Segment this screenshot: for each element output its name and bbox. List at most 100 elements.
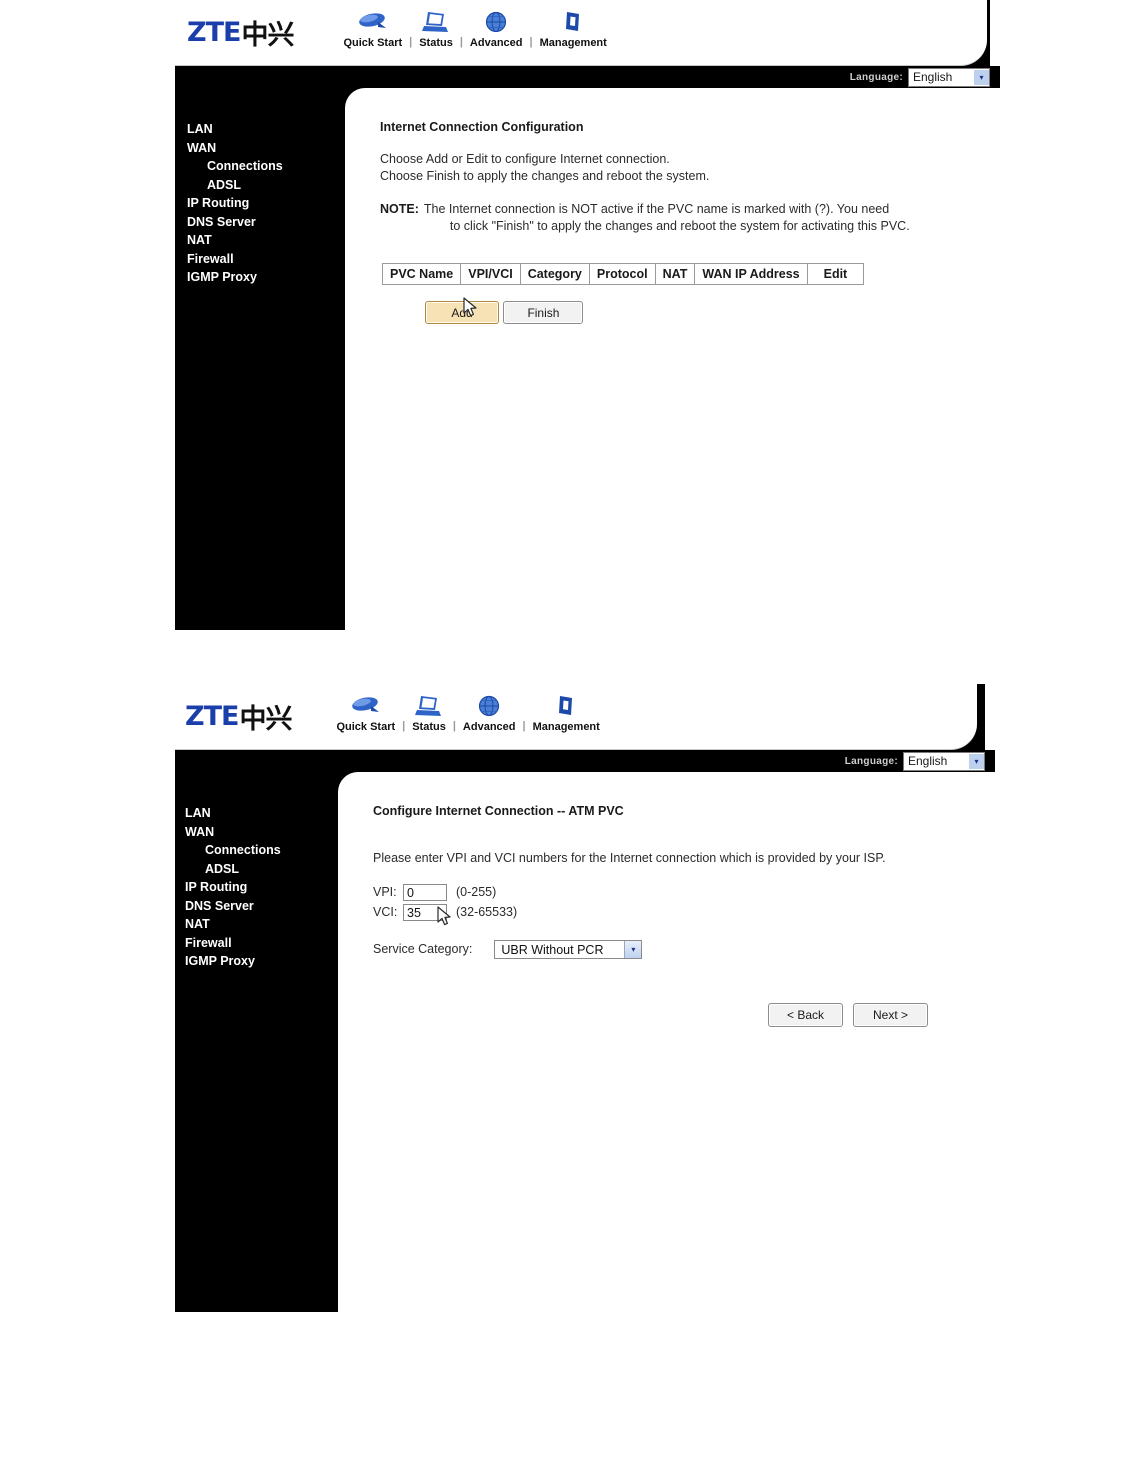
pvc-table: PVC Name VPI/VCI Category Protocol NAT W…	[381, 263, 865, 285]
page-title-2: Configure Internet Connection -- ATM PVC	[373, 804, 624, 818]
language-label-2: Language:	[844, 755, 898, 767]
nav-separator-2: |	[459, 35, 463, 48]
sidebar-item-dns-server-2[interactable]: DNS Server	[185, 897, 335, 916]
sidebar-item-adsl[interactable]: ADSL	[187, 176, 337, 195]
sidebar-item-wan[interactable]: WAN	[187, 139, 337, 158]
nav-item-status[interactable]: Status	[419, 9, 453, 49]
zte-logo-latin-2: ZTE	[185, 701, 239, 732]
nav-item-advanced[interactable]: Advanced	[470, 9, 523, 49]
sidebar-item-wan-2[interactable]: WAN	[185, 823, 335, 842]
site-header-2: ZTE 中兴 Quick Start | Status | Advanced |…	[175, 684, 977, 750]
sidebar-item-connections-2[interactable]: Connections	[185, 841, 335, 860]
vci-input[interactable]: 35	[403, 904, 447, 921]
chevron-down-icon: ▾	[974, 69, 989, 85]
nav-separator-5: |	[452, 719, 456, 732]
form-description: Please enter VPI and VCI numbers for the…	[373, 851, 886, 865]
language-bar-2: Language: English ▾	[175, 750, 995, 772]
nav-item-quick-start-2[interactable]: Quick Start	[336, 693, 395, 733]
finish-button[interactable]: Finish	[503, 301, 584, 324]
sidebar-item-nat-2[interactable]: NAT	[185, 915, 335, 934]
vpi-input[interactable]: 0	[403, 884, 447, 901]
service-category-select[interactable]: UBR Without PCR ▾	[494, 940, 643, 959]
pvc-col-wan-ip-address: WAN IP Address	[694, 263, 808, 285]
language-select-2[interactable]: English ▾	[903, 751, 985, 771]
nav-separator-3: |	[529, 35, 533, 48]
site-header: ZTE 中兴 Quick Start | Status | Advanced |…	[175, 0, 987, 66]
sidebar-item-ip-routing-2[interactable]: IP Routing	[185, 878, 335, 897]
instruction-line-2: Choose Finish to apply the changes and r…	[380, 169, 710, 183]
nav-label-quick-start: Quick Start	[343, 36, 403, 49]
sidebar-nav: LAN WAN Connections ADSL IP Routing DNS …	[187, 120, 337, 287]
phone-icon-2	[349, 693, 383, 719]
language-select-value: English	[913, 70, 953, 84]
service-category-label: Service Category:	[373, 942, 473, 956]
vpi-label: VPI:	[373, 885, 397, 899]
sidebar-item-lan-2[interactable]: LAN	[185, 804, 335, 823]
vci-range: (32-65533)	[456, 905, 518, 919]
nav-label-status-2: Status	[412, 720, 446, 733]
language-select[interactable]: English ▾	[908, 67, 990, 87]
chevron-down-icon-2: ▾	[969, 753, 984, 769]
sidebar-item-connections[interactable]: Connections	[187, 157, 337, 176]
pvc-table-header-row: PVC Name VPI/VCI Category Protocol NAT W…	[381, 263, 865, 285]
language-label: Language:	[849, 71, 903, 83]
pvc-col-nat: NAT	[654, 263, 696, 285]
laptop-icon	[421, 9, 451, 35]
note-line-1: The Internet connection is NOT active if…	[423, 202, 890, 216]
phone-icon	[356, 9, 390, 35]
page-title: Internet Connection Configuration	[380, 120, 584, 134]
sidebar-item-igmp-proxy-2[interactable]: IGMP Proxy	[185, 952, 335, 971]
pvc-col-edit: Edit	[806, 263, 865, 285]
next-button[interactable]: Next >	[853, 1003, 928, 1027]
nav-label-quick-start-2: Quick Start	[336, 720, 396, 733]
language-bar: Language: English ▾	[175, 66, 1000, 88]
pvc-col-protocol: Protocol	[588, 263, 656, 285]
nav-label-management: Management	[539, 36, 607, 49]
pvc-col-pvc-name: PVC Name	[381, 263, 462, 285]
nav-label-advanced: Advanced	[469, 36, 523, 49]
zte-logo-2[interactable]: ZTE 中兴	[185, 697, 292, 736]
pvc-col-vpi-vci: VPI/VCI	[460, 263, 521, 285]
nav-item-management-2[interactable]: Management	[533, 693, 600, 733]
zte-logo-latin: ZTE	[187, 17, 241, 48]
add-button[interactable]: Add	[425, 301, 499, 324]
sidebar-item-nat[interactable]: NAT	[187, 231, 337, 250]
sidebar-item-firewall-2[interactable]: Firewall	[185, 934, 335, 953]
nav-separator-4: |	[402, 719, 406, 732]
vpi-range: (0-255)	[456, 885, 497, 899]
nav-label-management-2: Management	[532, 720, 600, 733]
nav-item-status-2[interactable]: Status	[412, 693, 446, 733]
nav-label-advanced-2: Advanced	[462, 720, 516, 733]
sidebar-item-firewall[interactable]: Firewall	[187, 250, 337, 269]
nav-separator-6: |	[522, 719, 526, 732]
nav-item-advanced-2[interactable]: Advanced	[463, 693, 516, 733]
top-navigation: Quick Start | Status | Advanced | Manage…	[343, 9, 607, 57]
note-line-2: to click "Finish" to apply the changes a…	[449, 219, 910, 233]
note-label: NOTE:	[380, 202, 419, 216]
globe-icon	[482, 9, 510, 35]
nav-item-management[interactable]: Management	[540, 9, 607, 49]
zte-logo-cjk: 中兴	[241, 20, 294, 51]
router-page-connection-list: ZTE 中兴 Quick Start | Status | Advanced |…	[175, 0, 1000, 630]
nav-label-status: Status	[419, 36, 453, 49]
pvc-col-category: Category	[519, 263, 590, 285]
sidebar-item-dns-server[interactable]: DNS Server	[187, 213, 337, 232]
folder-icon	[562, 9, 584, 35]
sidebar-item-lan[interactable]: LAN	[187, 120, 337, 139]
sidebar-item-adsl-2[interactable]: ADSL	[185, 860, 335, 879]
router-page-atm-pvc: ZTE 中兴 Quick Start | Status | Advanced |…	[175, 684, 995, 1314]
sidebar-item-igmp-proxy[interactable]: IGMP Proxy	[187, 268, 337, 287]
top-navigation-2: Quick Start | Status | Advanced | Manage…	[336, 693, 600, 741]
folder-icon-2	[555, 693, 577, 719]
sidebar-nav-2: LAN WAN Connections ADSL IP Routing DNS …	[185, 804, 335, 971]
language-select-value-2: English	[908, 754, 948, 768]
vci-label: VCI:	[373, 905, 398, 919]
chevron-down-icon-3: ▾	[624, 941, 642, 958]
globe-icon-2	[475, 693, 503, 719]
zte-logo-cjk-2: 中兴	[239, 704, 292, 735]
back-button[interactable]: < Back	[768, 1003, 843, 1027]
nav-separator-1: |	[409, 35, 413, 48]
sidebar-item-ip-routing[interactable]: IP Routing	[187, 194, 337, 213]
zte-logo[interactable]: ZTE 中兴	[187, 13, 294, 52]
nav-item-quick-start[interactable]: Quick Start	[343, 9, 402, 49]
